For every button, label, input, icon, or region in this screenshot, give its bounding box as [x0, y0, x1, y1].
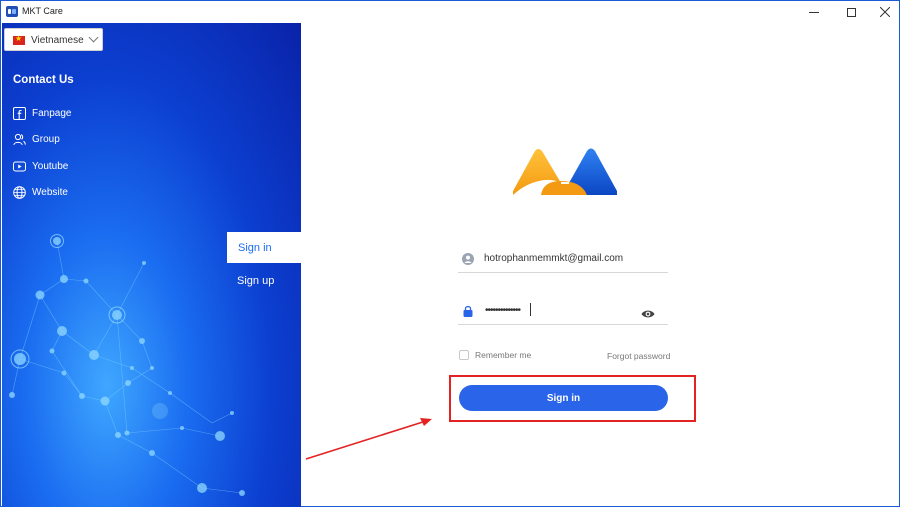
contact-item-group[interactable]: Group [13, 131, 60, 147]
globe-icon [13, 185, 26, 199]
user-icon [462, 253, 474, 265]
vietnam-flag-icon [13, 34, 25, 45]
contact-us-heading: Contact Us [13, 74, 74, 86]
email-field[interactable]: hotrophanmemmkt@gmail.com [458, 247, 668, 273]
window-title: MKT Care [22, 6, 63, 16]
email-value: hotrophanmemmkt@gmail.com [484, 253, 624, 264]
language-select[interactable]: Vietnamese [4, 28, 103, 51]
group-icon [13, 133, 26, 146]
contact-item-website[interactable]: Website [13, 184, 68, 200]
close-icon [880, 7, 890, 17]
contact-item-label: Fanpage [32, 107, 72, 119]
text-caret [530, 303, 531, 316]
app-window: MKT Care ★ Vietnamese Contact Us Fanpage… [0, 0, 900, 507]
highlight-box [449, 375, 696, 422]
remember-me[interactable]: Remember me [459, 350, 531, 360]
network-background-graphic [9, 234, 245, 496]
maximize-icon [846, 7, 856, 17]
remember-me-label: Remember me [475, 350, 532, 360]
chevron-down-icon [88, 32, 99, 43]
app-logo-icon [6, 6, 18, 17]
password-field[interactable]: •••••••••••••• [458, 299, 668, 325]
password-value: •••••••••••••• [485, 305, 521, 316]
red-arrow-annotation [305, 418, 432, 460]
minimize-button[interactable] [797, 1, 831, 23]
contact-item-label: Youtube [32, 160, 69, 172]
brand-logo [513, 148, 617, 195]
tab-sign-in[interactable]: Sign in [227, 232, 301, 263]
close-button[interactable] [868, 1, 900, 23]
eye-icon[interactable] [641, 309, 655, 319]
forgot-password-link[interactable]: Forgot password [607, 351, 670, 361]
contact-item-fanpage[interactable]: Fanpage [13, 105, 71, 121]
minimize-icon [809, 11, 819, 13]
maximize-button[interactable] [834, 1, 868, 23]
youtube-icon [13, 160, 26, 173]
contact-item-label: Group [32, 133, 60, 145]
contact-item-youtube[interactable]: Youtube [13, 158, 68, 174]
tab-sign-up[interactable]: Sign up [237, 275, 274, 287]
title-bar: MKT Care [1, 1, 899, 23]
facebook-icon [13, 106, 26, 120]
sidebar-panel: Vietnamese Contact Us Fanpage Group Yout… [2, 23, 301, 507]
remember-me-checkbox[interactable] [459, 350, 469, 360]
lock-icon [463, 305, 473, 317]
contact-item-label: Website [32, 186, 68, 198]
language-label: Vietnamese [31, 35, 84, 46]
